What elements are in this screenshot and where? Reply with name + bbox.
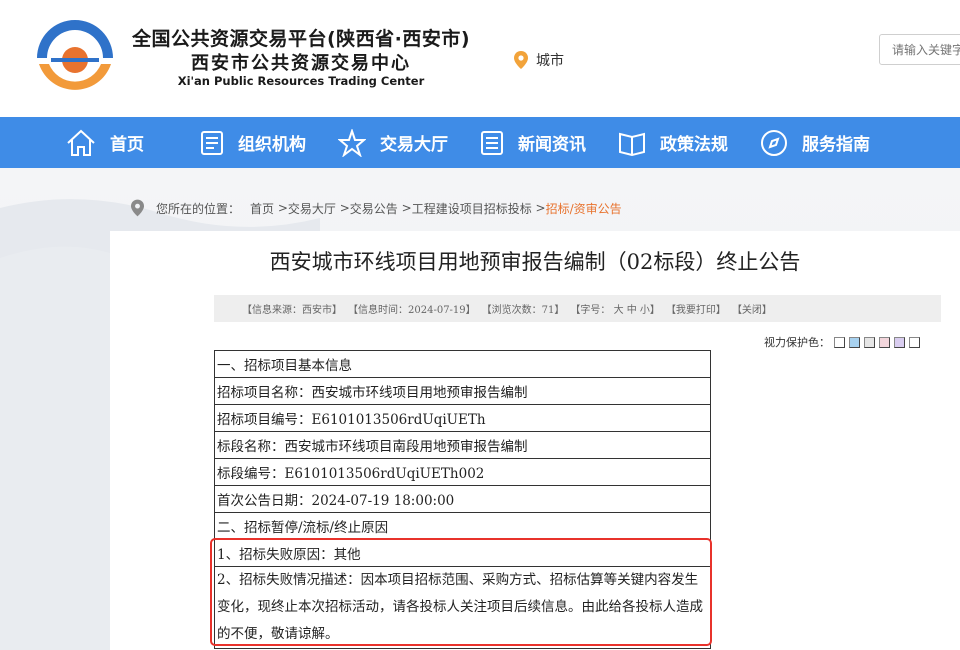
highlight-box: [210, 538, 712, 646]
nav-item-home[interactable]: 首页: [66, 117, 144, 168]
breadcrumb-separator: >: [335, 201, 350, 215]
eye-care-swatch[interactable]: [849, 336, 860, 348]
breadcrumb-prefix: 您所在的位置：: [156, 201, 241, 216]
page-title: 西安城市环线项目用地预审报告编制（02标段）终止公告: [269, 250, 801, 274]
section-heading: 二、招标暂停/流标/终止原因: [214, 512, 711, 540]
eye-care-selector: 视力保护色：: [764, 334, 920, 350]
home-icon: [67, 129, 95, 156]
star-icon: [338, 128, 366, 157]
table-row: 标段名称：西安城市环线项目南段用地预审报告编制: [214, 431, 711, 459]
document-icon: [201, 130, 223, 155]
main-nav: 首页 组织机构 交易大厅 新闻资讯 政策法规 服务指南: [0, 117, 960, 168]
city-selector[interactable]: 城市: [514, 50, 564, 70]
breadcrumb-separator: >: [397, 201, 412, 215]
article-meta-bar: 【信息来源：西安市】 【信息时间：2024-07-19】 【浏览次数：71】 【…: [214, 295, 941, 322]
breadcrumb-item-trading-hall[interactable]: 交易大厅: [288, 200, 336, 217]
nav-item-label: 首页: [110, 135, 144, 155]
location-pin-icon: [131, 199, 144, 217]
meta-source: 【信息来源：西安市】: [242, 305, 342, 316]
eye-care-swatch[interactable]: [834, 336, 845, 348]
table-row: 招标项目名称：西安城市环线项目用地预审报告编制: [214, 377, 711, 405]
eye-care-swatch[interactable]: [864, 336, 875, 348]
nav-item-label: 组织机构: [238, 135, 306, 155]
site-title: 全国公共资源交易平台(陕西省·西安市): [131, 28, 471, 50]
logo[interactable]: [33, 14, 117, 98]
eye-care-label: 视力保护色：: [764, 336, 830, 349]
breadcrumb-separator: >: [531, 201, 546, 215]
close-link[interactable]: 【关闭】: [732, 301, 772, 316]
compass-icon: [761, 129, 787, 156]
table-cell: 标段编号：E6101013506rdUqiUETh002: [214, 458, 711, 486]
meta-views: 【浏览次数：71】: [481, 305, 565, 316]
meta-time: 【信息时间：2024-07-19】: [348, 305, 476, 316]
eye-care-swatch[interactable]: [894, 336, 905, 348]
nav-item-label: 政策法规: [660, 135, 728, 155]
site-subtitle: 西安市公共资源交易中心: [191, 53, 411, 74]
nav-item-policy[interactable]: 政策法规: [618, 117, 728, 168]
print-link[interactable]: 【我要打印】: [666, 301, 726, 316]
table-cell: 招标项目编号：E6101013506rdUqiUETh: [214, 404, 711, 432]
table-row: 二、招标暂停/流标/终止原因: [214, 512, 711, 540]
book-icon: [619, 132, 645, 156]
breadcrumb-item-home[interactable]: 首页: [250, 200, 274, 217]
table-cell: 招标项目名称：西安城市环线项目用地预审报告编制: [214, 377, 711, 405]
breadcrumb: 您所在的位置： 首页 > 交易大厅 > 交易公告 > 工程建设项目招标投标 > …: [131, 199, 622, 217]
breadcrumb-item-active[interactable]: 招标/资审公告: [546, 200, 622, 217]
eye-care-swatch[interactable]: [909, 336, 920, 348]
table-row: 招标项目编号：E6101013506rdUqiUETh: [214, 404, 711, 432]
breadcrumb-item-announcements[interactable]: 交易公告: [350, 200, 398, 217]
nav-item-organization[interactable]: 组织机构: [200, 117, 306, 168]
search-input[interactable]: [879, 34, 960, 65]
table-row: 一、招标项目基本信息: [214, 350, 711, 378]
section-heading: 一、招标项目基本信息: [214, 350, 711, 378]
nav-item-label: 服务指南: [802, 135, 870, 155]
city-label: 城市: [536, 53, 564, 69]
nav-item-service-guide[interactable]: 服务指南: [760, 117, 870, 168]
table-cell: 首次公告日期：2024-07-19 18:00:00: [214, 485, 711, 513]
site-title-en: Xi'an Public Resources Trading Center: [177, 74, 425, 88]
news-icon: [481, 130, 503, 155]
nav-item-news[interactable]: 新闻资讯: [480, 117, 586, 168]
meta-font-size[interactable]: 【字号： 大 中 小】: [570, 301, 660, 316]
breadcrumb-item-engineering[interactable]: 工程建设项目招标投标: [412, 200, 532, 217]
eye-care-swatch[interactable]: [879, 336, 890, 348]
nav-item-label: 交易大厅: [380, 135, 448, 155]
table-cell: 标段名称：西安城市环线项目南段用地预审报告编制: [214, 431, 711, 459]
table-row: 标段编号：E6101013506rdUqiUETh002: [214, 458, 711, 486]
breadcrumb-separator: >: [274, 201, 288, 215]
site-header: 全国公共资源交易平台(陕西省·西安市) 西安市公共资源交易中心 Xi'an Pu…: [0, 0, 960, 117]
location-pin-icon: [514, 51, 528, 69]
table-row: 首次公告日期：2024-07-19 18:00:00: [214, 485, 711, 513]
nav-item-label: 新闻资讯: [518, 135, 586, 155]
nav-item-trading-hall[interactable]: 交易大厅: [338, 117, 448, 168]
